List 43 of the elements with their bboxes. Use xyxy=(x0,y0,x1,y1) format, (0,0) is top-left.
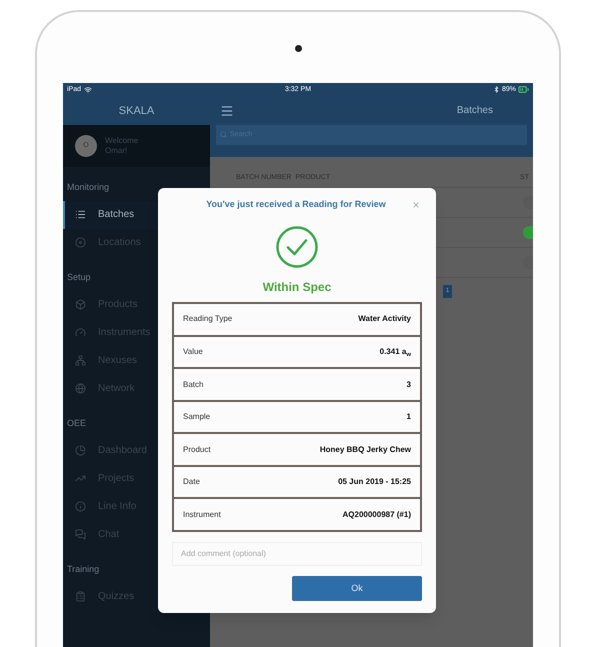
section-heading: OEE xyxy=(67,416,86,430)
welcome-text: Welcome xyxy=(105,136,138,146)
battery-icon xyxy=(518,84,529,96)
field-value: 1 xyxy=(406,411,411,424)
gauge-icon xyxy=(75,327,86,338)
wifi-icon xyxy=(84,86,92,94)
field-value: Honey BBQ Jerky Chew xyxy=(320,444,411,456)
field-label: Value xyxy=(183,346,203,358)
field-label: Batch xyxy=(183,378,204,391)
clipboard-icon xyxy=(75,591,86,602)
page-title: Batches xyxy=(456,104,493,118)
field-value: AQ200000987 (#1) xyxy=(342,508,411,521)
globe-icon xyxy=(75,383,86,394)
field-label: Sample xyxy=(183,411,210,424)
pie-chart-icon xyxy=(75,445,86,456)
bluetooth-icon xyxy=(492,86,500,94)
ok-button[interactable]: Ok xyxy=(292,576,422,601)
check-circle-icon xyxy=(276,226,318,268)
field-value: 05 Jun 2019 - 15:25 xyxy=(338,476,411,488)
close-button[interactable]: × xyxy=(410,198,422,211)
disc-icon xyxy=(75,237,86,248)
field-label: Date xyxy=(183,476,200,488)
comment-field[interactable]: Add comment (optional) xyxy=(172,542,422,566)
chat-bubbles-icon xyxy=(75,529,86,540)
list-icon xyxy=(75,209,86,220)
search-icon xyxy=(220,131,227,138)
field-label: Product xyxy=(183,444,211,456)
menu-icon[interactable] xyxy=(220,104,234,118)
section-heading: Setup xyxy=(67,270,91,284)
sidebar-title: SKALA xyxy=(63,96,210,125)
field-label: Reading Type xyxy=(183,313,232,326)
section-heading: Training xyxy=(67,562,100,576)
result-status: Within Spec xyxy=(262,278,332,296)
camera-icon xyxy=(294,45,302,52)
box-icon xyxy=(75,299,86,310)
field-value: 0.341 a$_{w}$ xyxy=(380,346,411,358)
field-value: 3 xyxy=(406,378,411,391)
field-value: Water Activity xyxy=(358,313,411,326)
section-heading: Monitoring xyxy=(67,180,110,194)
user-name: Omar! xyxy=(105,146,128,156)
info-icon xyxy=(75,501,86,512)
field-label: Instrument xyxy=(183,508,221,521)
network-icon xyxy=(75,355,86,366)
